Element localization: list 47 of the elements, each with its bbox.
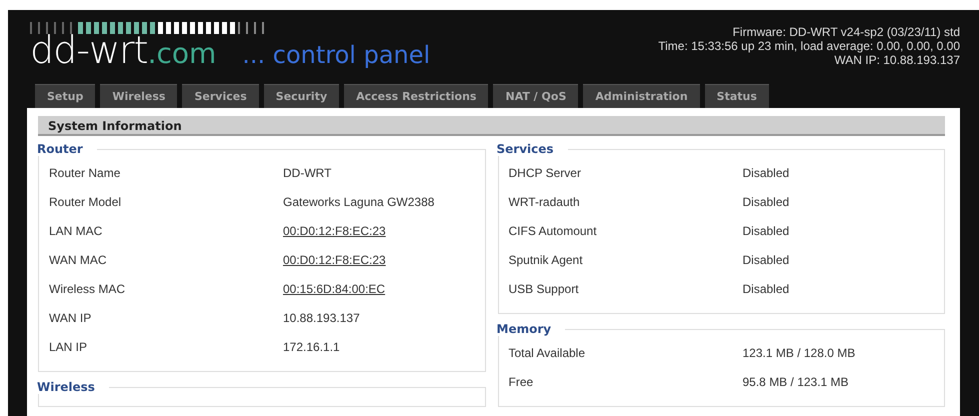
- field-label: WAN MAC: [49, 252, 108, 266]
- field-label: WAN IP: [49, 310, 92, 324]
- mac-link[interactable]: 00:15:6D:84:00:EC: [283, 282, 386, 296]
- field-value: Gateworks Laguna GW2388: [283, 194, 434, 208]
- section-title: System Information: [38, 116, 945, 136]
- group-title: Services: [496, 142, 555, 156]
- field-label: DHCP Server: [508, 166, 582, 180]
- status-info: Time: 15:33:56 up 23 min, load average: 0.00, 0.00, 0.00: [658, 40, 960, 53]
- field-value: 172.16.1.1: [283, 340, 340, 354]
- logo-domain: .com: [148, 37, 216, 70]
- status-info: WAN IP: 10.88.193.137: [834, 54, 960, 67]
- field-value: Disabled: [742, 194, 790, 208]
- field-value: 95.8 MB / 123.1 MB: [742, 374, 849, 388]
- field-label: Total Available: [508, 346, 586, 360]
- field-label: Router Model: [49, 194, 122, 208]
- nav-tab[interactable]: Setup: [35, 84, 96, 108]
- nav-tab[interactable]: Wireless: [100, 84, 178, 108]
- nav-tab[interactable]: NAT / QoS: [493, 84, 578, 108]
- field-value: Disabled: [742, 224, 790, 238]
- group-title: Wireless: [37, 380, 96, 394]
- field-label: Free: [508, 374, 534, 388]
- nav-tab[interactable]: Status: [704, 84, 769, 108]
- nav-tab[interactable]: Administration: [583, 84, 700, 108]
- field-value: 10.88.193.137: [283, 310, 360, 324]
- field-label: LAN MAC: [49, 224, 104, 238]
- field-label: Router Name: [49, 166, 122, 180]
- mac-link[interactable]: 00:D0:12:F8:EC:23: [283, 224, 386, 238]
- logo-text: dd-wrt: [30, 28, 148, 72]
- field-value: 123.1 MB / 128.0 MB: [742, 346, 856, 360]
- nav-tab[interactable]: Services: [182, 84, 259, 108]
- nav-tab[interactable]: Access Restrictions: [344, 84, 488, 108]
- field-label: CIFS Automount: [508, 224, 598, 238]
- group-title: Memory: [496, 322, 552, 336]
- status-info: Firmware: DD-WRT v24-sp2 (03/23/11) std: [732, 26, 960, 39]
- group-title: Router: [37, 142, 84, 156]
- field-value: Disabled: [742, 166, 790, 180]
- field-label: USB Support: [508, 282, 580, 296]
- field-label: LAN IP: [49, 340, 88, 354]
- field-value: DD-WRT: [283, 166, 332, 180]
- mac-link[interactable]: 00:D0:12:F8:EC:23: [283, 252, 386, 266]
- field-label: Wireless MAC: [49, 282, 126, 296]
- panel-subtitle: ... control panel: [242, 41, 430, 69]
- field-label: Sputnik Agent: [508, 252, 584, 266]
- field-value: Disabled: [742, 252, 790, 266]
- field-value: Disabled: [742, 282, 790, 296]
- field-label: WRT-radauth: [508, 194, 581, 208]
- nav-tab[interactable]: Security: [264, 84, 340, 108]
